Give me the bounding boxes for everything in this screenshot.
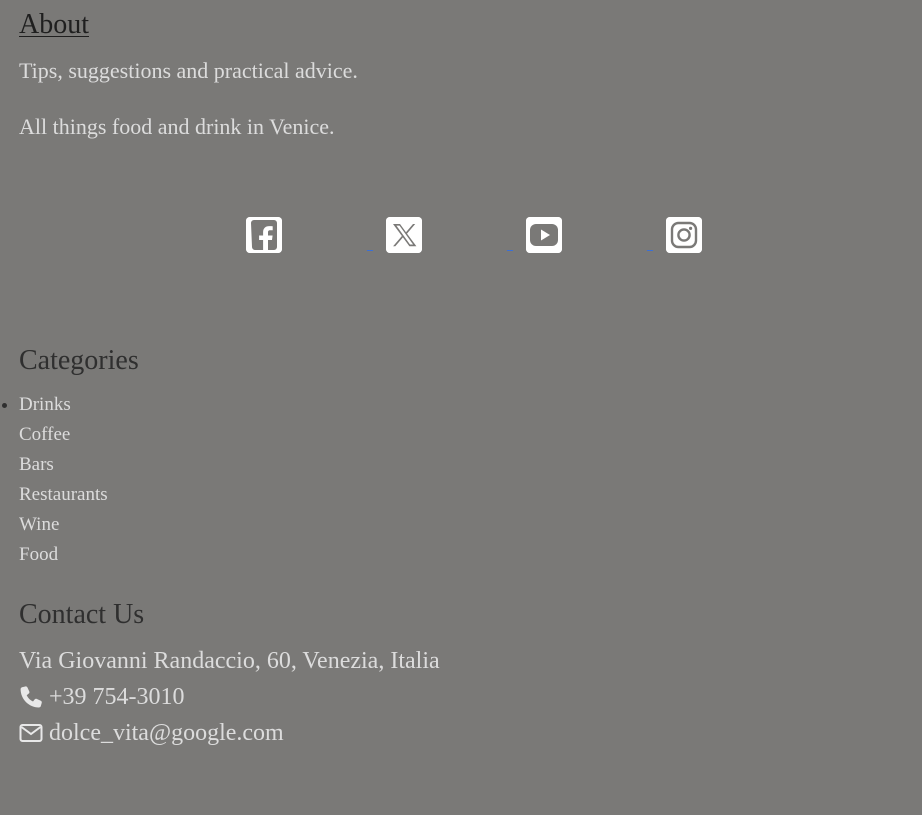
youtube-icon[interactable] — [526, 217, 562, 253]
phone-text[interactable]: +39 754-3010 — [49, 682, 185, 712]
instagram-link[interactable] — [666, 217, 702, 253]
category-bars[interactable]: Bars — [19, 450, 108, 480]
youtube-link[interactable] — [526, 217, 666, 253]
x-icon[interactable] — [386, 217, 422, 253]
facebook-icon[interactable] — [246, 217, 282, 253]
contact-address: Via Giovanni Randaccio, 60, Venezia, Ita… — [19, 646, 440, 676]
envelope-icon — [19, 721, 43, 745]
about-description: All things food and drink in Venice. — [19, 114, 335, 139]
category-food[interactable]: Food — [19, 540, 108, 570]
contact-phone[interactable]: +39 754-3010 — [19, 682, 185, 712]
phone-icon — [19, 685, 43, 709]
category-drinks[interactable]: Drinks — [2, 390, 108, 420]
facebook-link[interactable] — [246, 217, 386, 253]
category-coffee[interactable]: Coffee — [19, 420, 108, 450]
x-link[interactable] — [386, 217, 526, 253]
category-wine[interactable]: Wine — [19, 510, 108, 540]
address-text: Via Giovanni Randaccio, 60, Venezia, Ita… — [19, 648, 440, 674]
categories-title: Categories — [19, 345, 139, 376]
category-restaurants[interactable]: Restaurants — [19, 480, 108, 510]
about-title[interactable]: About — [19, 7, 89, 43]
footer-page: About Tips, suggestions and practical ad… — [0, 0, 922, 815]
categories-list: Drinks Coffee Bars Restaurants Wine Food — [2, 390, 108, 570]
contact-title: Contact Us — [19, 599, 145, 630]
contact-email[interactable]: dolce_vita@google.com — [19, 718, 284, 748]
social-links — [246, 217, 702, 253]
instagram-icon[interactable] — [666, 217, 702, 253]
about-tagline: Tips, suggestions and practical advice. — [19, 58, 358, 83]
email-text[interactable]: dolce_vita@google.com — [49, 718, 284, 748]
